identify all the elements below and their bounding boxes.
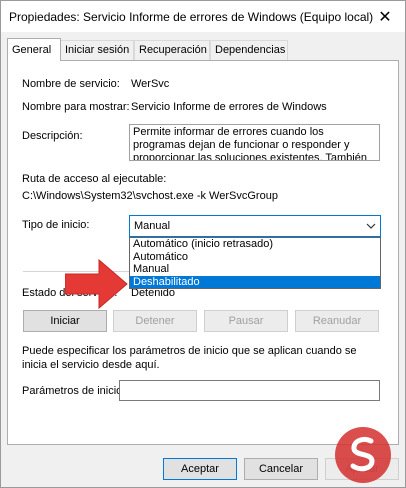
path-label: Ruta de acceso al ejecutable: <box>22 173 167 185</box>
tab-dependencias[interactable]: Dependencias <box>210 40 288 60</box>
params-label: Parámetros de inicio: <box>22 385 126 397</box>
startup-type-label: Tipo de inicio: <box>22 219 90 231</box>
close-icon[interactable]: ✕ <box>365 1 405 32</box>
tab-label: Recuperación <box>139 44 207 56</box>
display-name-value: Servicio Informe de errores de Windows <box>131 101 327 113</box>
startup-type-select[interactable]: Manual <box>129 215 381 237</box>
tab-label: Iniciar sesión <box>65 44 130 56</box>
option-automatic-delayed[interactable]: Automático (inicio retrasado) <box>130 238 380 251</box>
service-name-label: Nombre de servicio: <box>22 78 120 90</box>
params-help-text: Puede especificar los parámetros de inic… <box>22 345 357 371</box>
option-automatic[interactable]: Automático <box>130 251 380 264</box>
tab-label: General <box>12 44 52 56</box>
watermark-logo-icon <box>335 427 391 483</box>
service-name-value: WerSvc <box>131 78 170 90</box>
description-textbox[interactable]: Permite informar de errores cuando los p… <box>129 124 380 161</box>
resume-button[interactable]: Reanudar <box>295 310 379 332</box>
stop-button[interactable]: Detener <box>113 310 197 332</box>
chevron-down-icon[interactable] <box>366 218 376 237</box>
cancel-button[interactable]: Cancelar <box>244 458 318 480</box>
ok-button[interactable]: Aceptar <box>163 458 237 480</box>
option-manual[interactable]: Manual <box>130 263 380 276</box>
title-bar: Propiedades: Servicio Informe de errores… <box>1 1 405 32</box>
pause-button[interactable]: Pausar <box>204 310 288 332</box>
description-text: Permite informar de errores cuando los p… <box>133 126 367 161</box>
tab-general[interactable]: General <box>7 38 61 61</box>
option-disabled[interactable]: Deshabilitado <box>130 275 380 288</box>
description-label: Descripción: <box>22 130 83 142</box>
startup-type-value: Manual <box>134 220 171 232</box>
tab-iniciar-sesion[interactable]: Iniciar sesión <box>60 40 134 60</box>
properties-dialog: Propiedades: Servicio Informe de errores… <box>0 0 406 488</box>
display-name-label: Nombre para mostrar: <box>22 101 130 113</box>
tab-recuperacion[interactable]: Recuperación <box>134 40 210 60</box>
path-value: C:\Windows\System32\svchost.exe -k WerSv… <box>22 190 278 202</box>
window-title: Propiedades: Servicio Informe de errores… <box>9 10 374 24</box>
red-arrow-icon <box>65 258 128 310</box>
start-params-input[interactable] <box>119 380 380 401</box>
start-button[interactable]: Iniciar <box>23 310 107 332</box>
startup-type-dropdown: Automático (inicio retrasado) Automático… <box>129 237 381 289</box>
tab-label: Dependencias <box>215 44 286 56</box>
